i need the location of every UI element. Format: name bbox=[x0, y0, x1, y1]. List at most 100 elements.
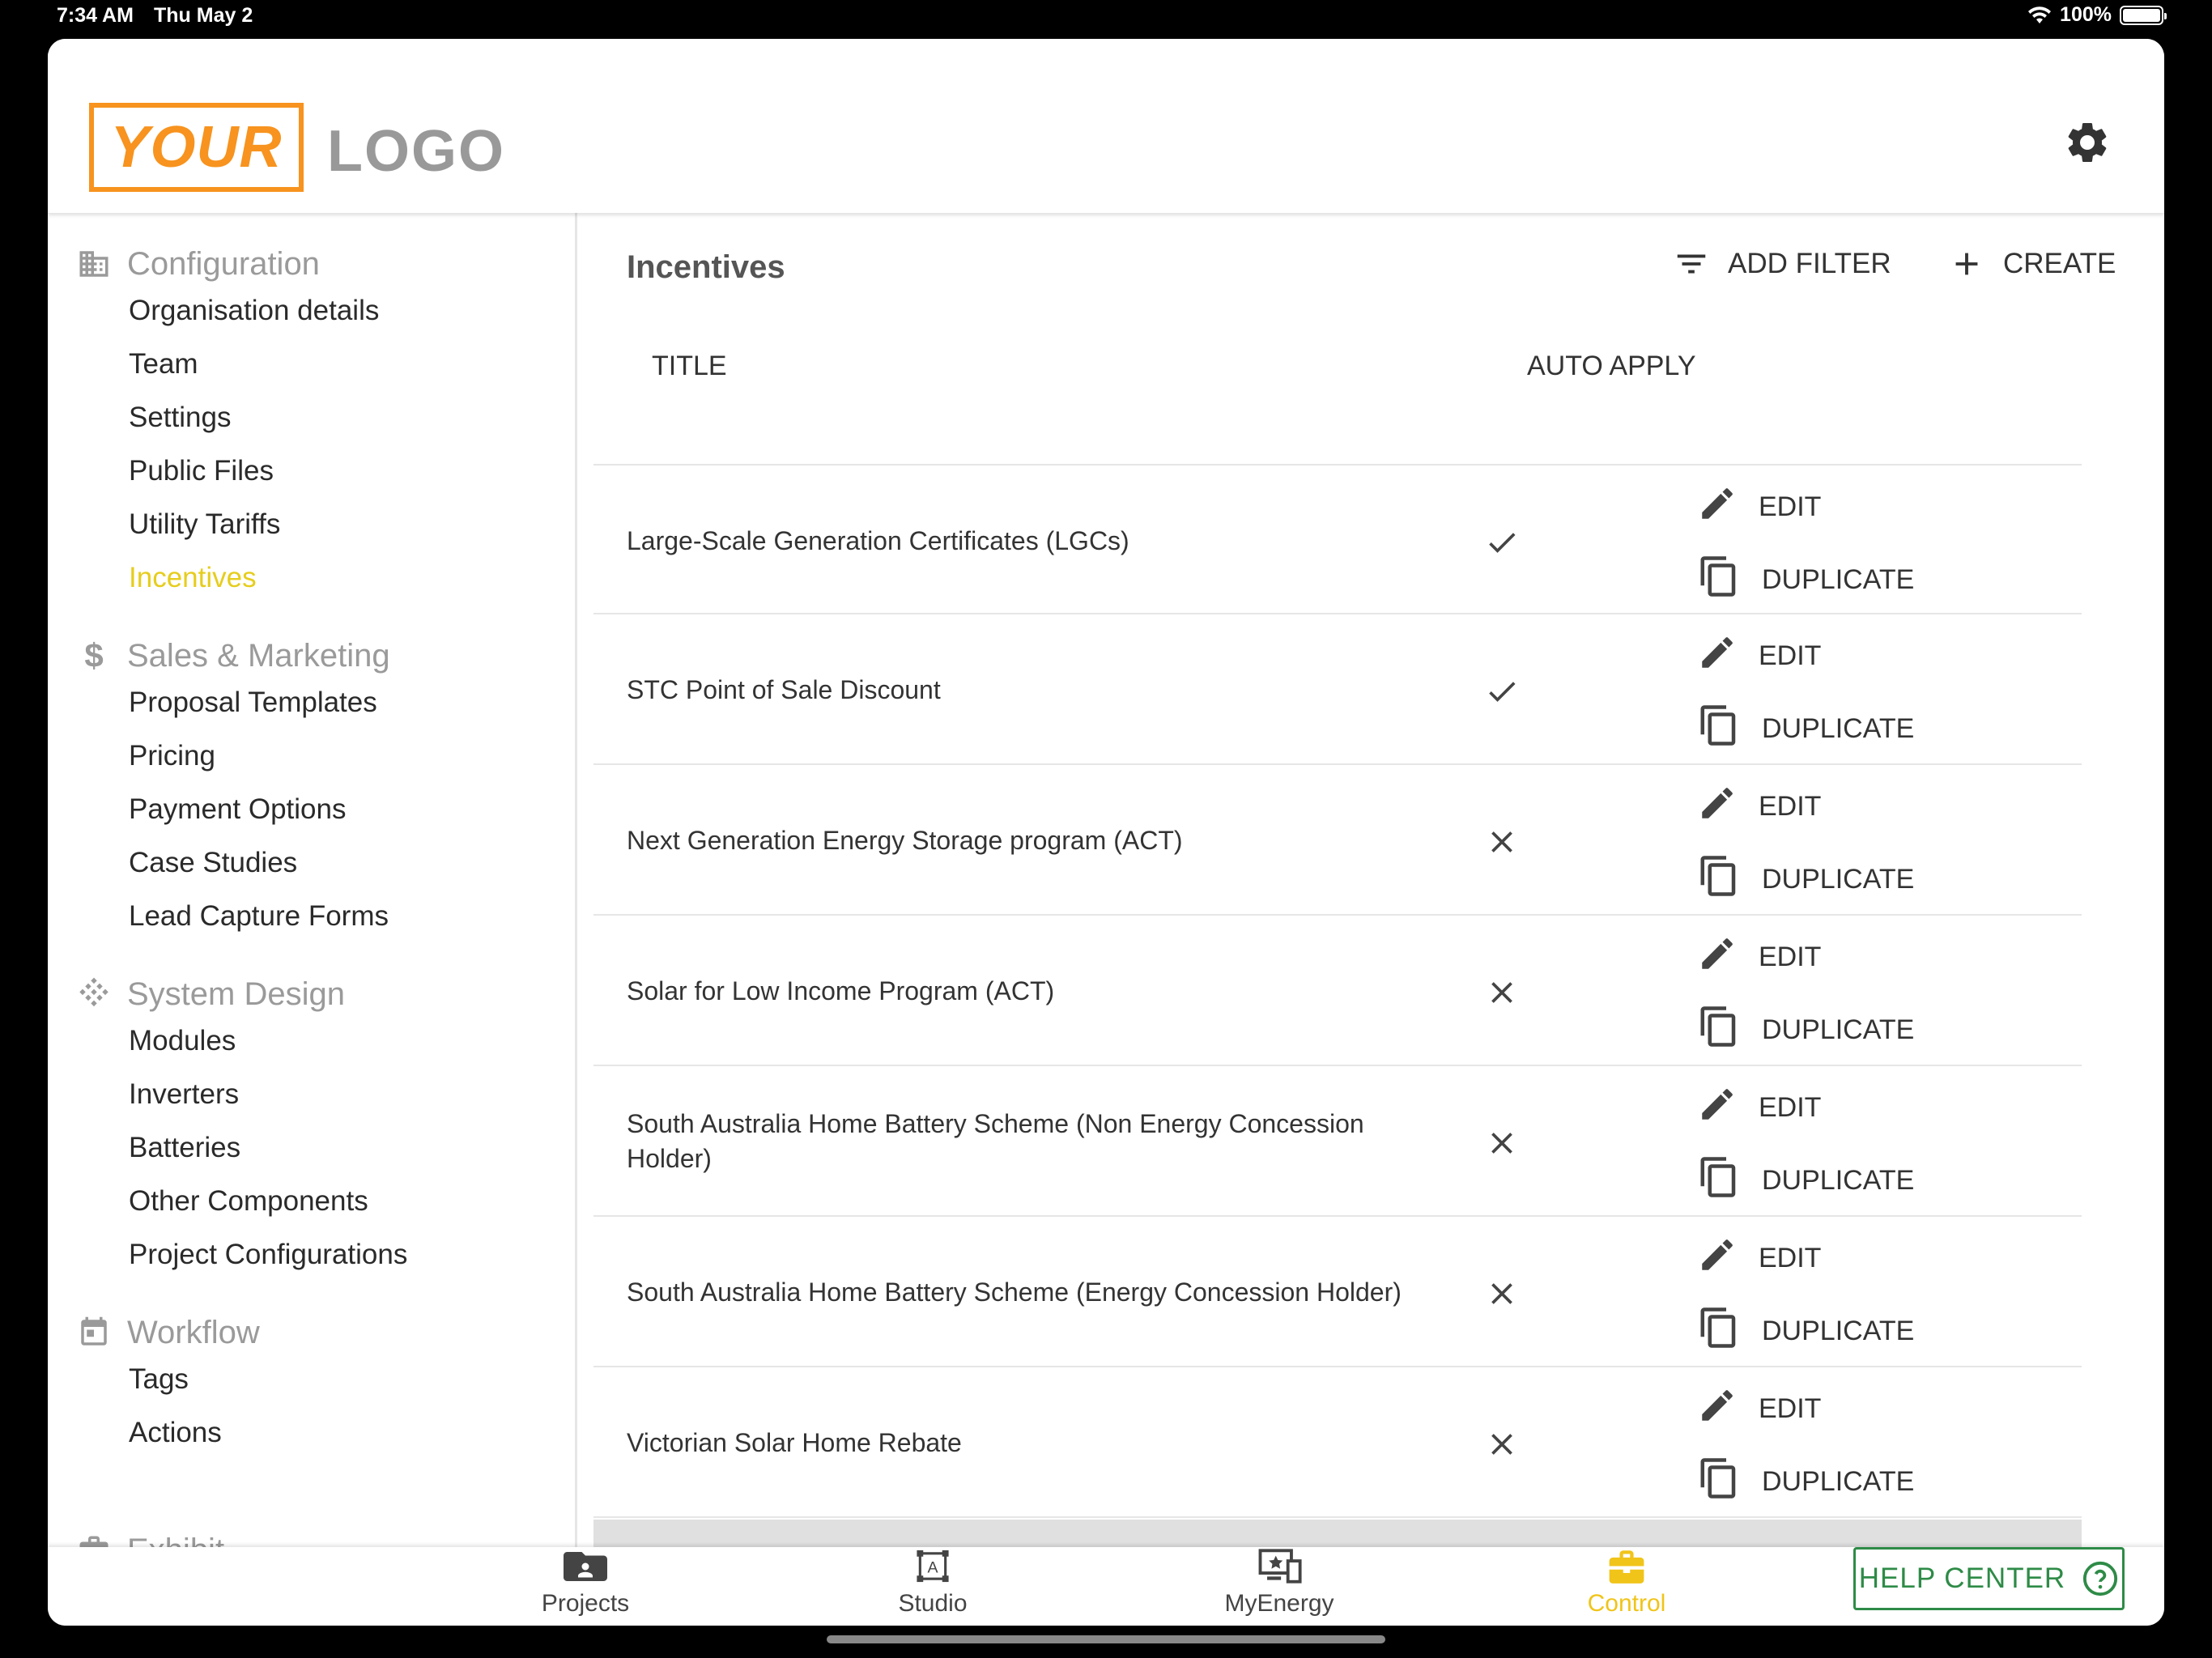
section-header[interactable]: Configuration bbox=[48, 244, 575, 284]
pencil-icon bbox=[1697, 933, 1738, 981]
copy-icon bbox=[1697, 555, 1741, 606]
sidebar-item-tags[interactable]: Tags bbox=[48, 1353, 575, 1406]
help-center-label: HELP CENTER bbox=[1858, 1562, 2066, 1594]
pencil-icon bbox=[1697, 483, 1738, 531]
edit-button[interactable]: EDIT bbox=[1697, 632, 1821, 680]
column-header-auto-apply[interactable]: AUTO APPLY bbox=[1527, 351, 1696, 382]
filter-icon bbox=[1677, 254, 1706, 274]
home-indicator[interactable] bbox=[827, 1635, 1385, 1643]
folder-person-icon bbox=[564, 1552, 607, 1581]
calendar-icon bbox=[77, 1316, 111, 1350]
bottom-nav: Projects A Studio MyEnergy Control HELP … bbox=[48, 1547, 2164, 1626]
section-title: Configuration bbox=[127, 245, 320, 282]
edit-button[interactable]: EDIT bbox=[1697, 1235, 1821, 1282]
duplicate-button[interactable]: DUPLICATE bbox=[1697, 1456, 1914, 1507]
duplicate-label: DUPLICATE bbox=[1762, 864, 1915, 895]
edit-label: EDIT bbox=[1759, 1243, 1822, 1273]
section-header[interactable]: $ Sales & Marketing bbox=[48, 636, 575, 676]
app-header: YOUR LOGO bbox=[48, 39, 2164, 213]
sidebar-item-modules[interactable]: Modules bbox=[48, 1014, 575, 1068]
pencil-icon bbox=[1697, 783, 1738, 831]
solar-grid-icon bbox=[77, 977, 111, 1011]
row-title: South Australia Home Battery Scheme (Non… bbox=[627, 1109, 1364, 1173]
sidebar-item-other-components[interactable]: Other Components bbox=[48, 1175, 575, 1228]
status-right: 100% bbox=[2027, 3, 2167, 27]
sidebar-item-lead-capture-forms[interactable]: Lead Capture Forms bbox=[48, 890, 575, 943]
studio-frame-icon: A bbox=[917, 1550, 949, 1583]
duplicate-button[interactable]: DUPLICATE bbox=[1697, 1005, 1914, 1056]
table-row[interactable]: Large-Scale Generation Certificates (LGC… bbox=[593, 464, 2082, 614]
section-header[interactable]: Workflow bbox=[48, 1312, 575, 1353]
table-row[interactable]: South Australia Home Battery Scheme (Ene… bbox=[593, 1217, 2082, 1367]
create-button[interactable]: CREATE bbox=[1948, 245, 2116, 283]
close-icon bbox=[1484, 1276, 1520, 1312]
column-header-title[interactable]: TITLE bbox=[652, 351, 727, 382]
section-header[interactable]: System Design bbox=[48, 974, 575, 1014]
sidebar-item-organisation-details[interactable]: Organisation details bbox=[48, 284, 575, 338]
sidebar-item-team[interactable]: Team bbox=[48, 338, 575, 391]
sidebar-item-inverters[interactable]: Inverters bbox=[48, 1068, 575, 1121]
duplicate-label: DUPLICATE bbox=[1762, 1466, 1915, 1497]
tab-studio[interactable]: A Studio bbox=[852, 1547, 1014, 1626]
dollar-icon: $ bbox=[84, 636, 104, 674]
status-date: Thu May 2 bbox=[154, 4, 253, 27]
section-title: System Design bbox=[127, 976, 345, 1012]
table-row[interactable]: Next Generation Energy Storage program (… bbox=[593, 765, 2082, 916]
create-label: CREATE bbox=[2003, 248, 2116, 279]
sidebar-item-settings[interactable]: Settings bbox=[48, 391, 575, 444]
incentives-table: Large-Scale Generation Certificates (LGC… bbox=[593, 464, 2082, 1518]
edit-button[interactable]: EDIT bbox=[1697, 483, 1821, 531]
sidebar-item-project-configurations[interactable]: Project Configurations bbox=[48, 1228, 575, 1282]
logo-box[interactable]: YOUR bbox=[89, 103, 304, 192]
logo-text: LOGO bbox=[327, 119, 505, 184]
sidebar-item-utility-tariffs[interactable]: Utility Tariffs bbox=[48, 498, 575, 551]
sidebar-section-exhibit: Exhibit bbox=[48, 1530, 575, 1547]
sidebar-section-sales-marketing: $ Sales & Marketing Proposal Templates P… bbox=[48, 636, 575, 943]
sidebar-section-system-design: System Design Modules Inverters Batterie… bbox=[48, 974, 575, 1282]
tab-myenergy[interactable]: MyEnergy bbox=[1198, 1547, 1360, 1626]
gear-icon[interactable] bbox=[2063, 118, 2112, 167]
edit-button[interactable]: EDIT bbox=[1697, 933, 1821, 981]
duplicate-label: DUPLICATE bbox=[1762, 1014, 1915, 1045]
duplicate-label: DUPLICATE bbox=[1762, 713, 1915, 744]
sidebar-item-proposal-templates[interactable]: Proposal Templates bbox=[48, 676, 575, 729]
sidebar-item-public-files[interactable]: Public Files bbox=[48, 444, 575, 498]
edit-button[interactable]: EDIT bbox=[1697, 1385, 1821, 1433]
help-circle-icon bbox=[2083, 1561, 2118, 1596]
duplicate-button[interactable]: DUPLICATE bbox=[1697, 1306, 1914, 1357]
section-header[interactable]: Exhibit bbox=[48, 1530, 575, 1547]
table-row[interactable]: South Australia Home Battery Scheme (Non… bbox=[593, 1066, 2082, 1217]
duplicate-label: DUPLICATE bbox=[1762, 1316, 1915, 1346]
edit-label: EDIT bbox=[1759, 1092, 1822, 1123]
wifi-icon bbox=[2028, 6, 2052, 23]
tab-projects[interactable]: Projects bbox=[504, 1547, 666, 1626]
sidebar-item-case-studies[interactable]: Case Studies bbox=[48, 836, 575, 890]
duplicate-button[interactable]: DUPLICATE bbox=[1697, 1155, 1914, 1206]
sidebar-item-pricing[interactable]: Pricing bbox=[48, 729, 575, 783]
table-row[interactable]: Solar for Low Income Program (ACT) EDIT DU… bbox=[593, 916, 2082, 1066]
duplicate-button[interactable]: DUPLICATE bbox=[1697, 555, 1914, 606]
pencil-icon bbox=[1697, 1084, 1738, 1132]
table-row[interactable]: STC Point of Sale Discount EDIT DUPLICATE bbox=[593, 614, 2082, 765]
add-filter-button[interactable]: ADD FILTER bbox=[1673, 245, 1891, 283]
sidebar-section-configuration: Configuration Organisation details Team … bbox=[48, 244, 575, 605]
section-title: Workflow bbox=[127, 1314, 260, 1350]
duplicate-button[interactable]: DUPLICATE bbox=[1697, 854, 1914, 905]
help-center-button[interactable]: HELP CENTER bbox=[1853, 1547, 2125, 1610]
page-title: Incentives bbox=[627, 249, 785, 285]
duplicate-button[interactable]: DUPLICATE bbox=[1697, 704, 1914, 755]
sidebar-item-batteries[interactable]: Batteries bbox=[48, 1121, 575, 1175]
duplicate-label: DUPLICATE bbox=[1762, 1165, 1915, 1196]
edit-button[interactable]: EDIT bbox=[1697, 783, 1821, 831]
sidebar-item-actions[interactable]: Actions bbox=[48, 1406, 575, 1460]
copy-icon bbox=[1697, 704, 1741, 755]
close-icon bbox=[1484, 824, 1520, 860]
edit-button[interactable]: EDIT bbox=[1697, 1084, 1821, 1132]
tab-control[interactable]: Control bbox=[1546, 1547, 1708, 1626]
table-row[interactable]: Victorian Solar Home Rebate EDIT DUPLICATE bbox=[593, 1367, 2082, 1518]
sidebar-item-payment-options[interactable]: Payment Options bbox=[48, 783, 575, 836]
app-window: YOUR LOGO Configuration Organisation det… bbox=[48, 39, 2164, 1626]
sidebar-item-incentives[interactable]: Incentives bbox=[48, 551, 575, 605]
row-title: Next Generation Energy Storage program (… bbox=[627, 825, 1183, 855]
pencil-icon bbox=[1697, 632, 1738, 680]
